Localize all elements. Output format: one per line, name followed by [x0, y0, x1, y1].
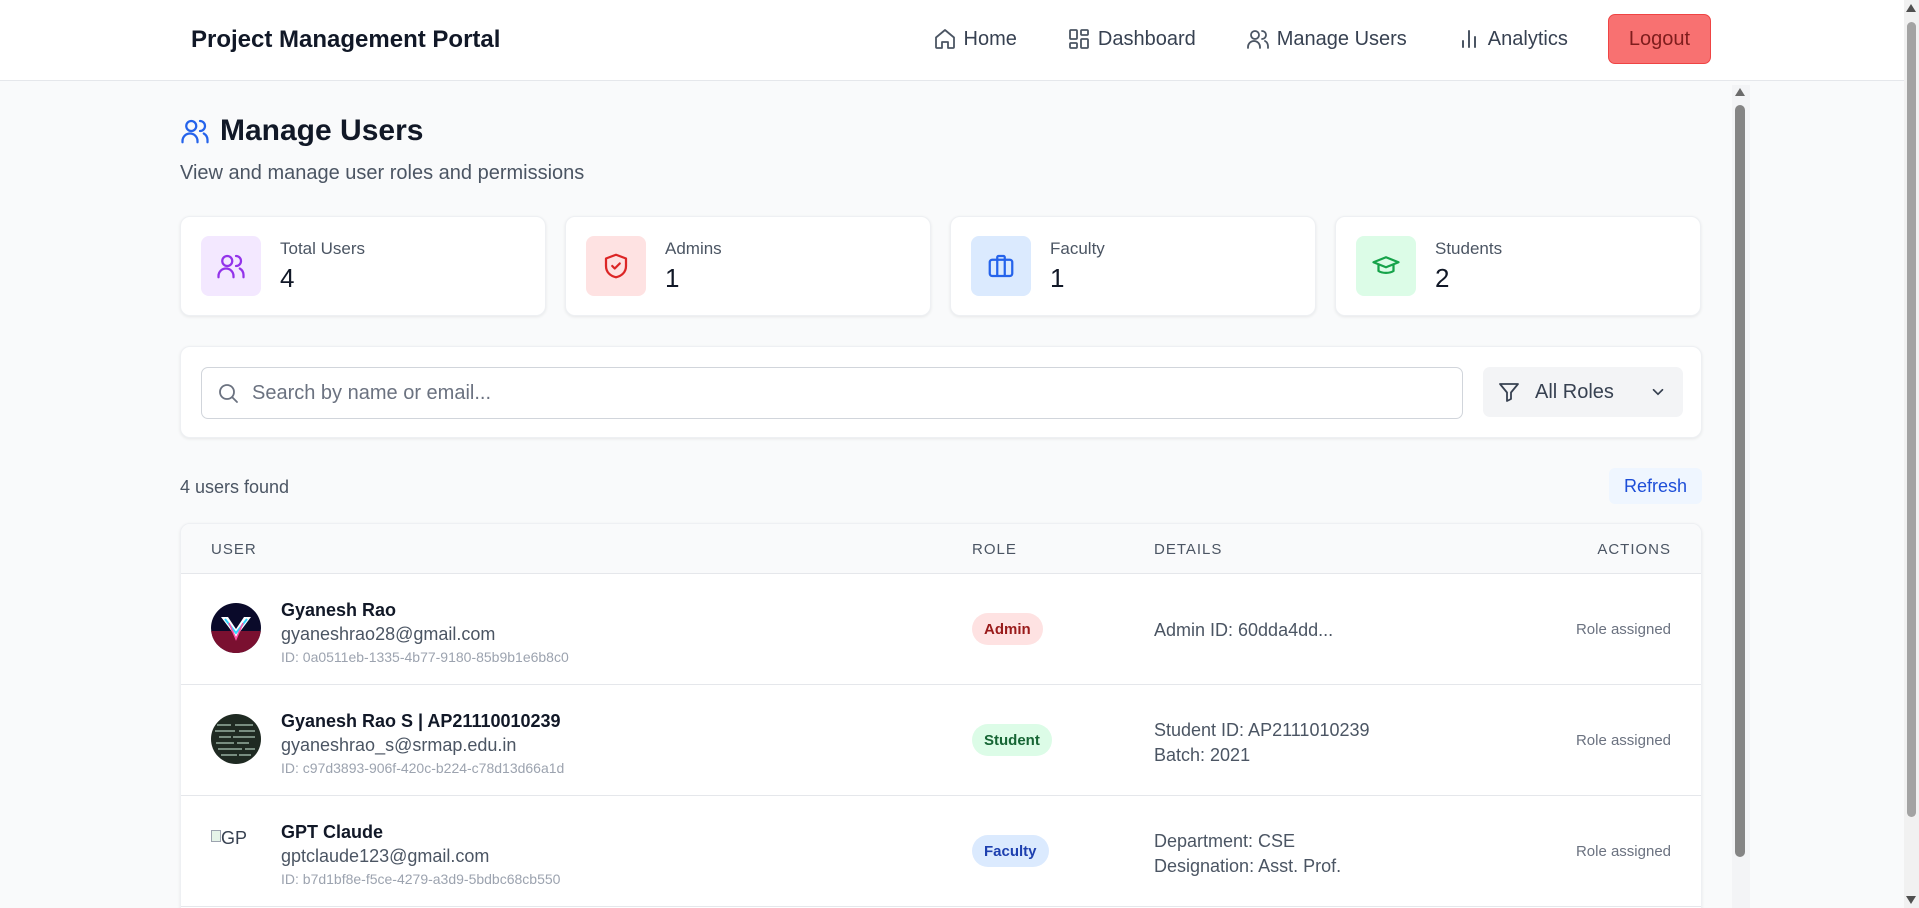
- page-title-text: Manage Users: [220, 114, 424, 147]
- page-header: Manage Users View and manage user roles …: [180, 114, 584, 185]
- user-details-line2: Designation: Asst. Prof.: [1154, 856, 1342, 876]
- action-status: Role assigned: [1575, 843, 1671, 860]
- user-email: gyaneshrao_s@srmap.edu.in: [281, 735, 517, 755]
- avatar: [211, 603, 261, 653]
- stat-icon-box: [586, 236, 646, 296]
- search-panel: All Roles: [180, 346, 1702, 438]
- user-id: ID: 0a0511eb-1335-4b77-9180-85b9b1e6b8c0: [281, 649, 569, 665]
- nav-dashboard-label: Dashboard: [1097, 27, 1196, 50]
- role-filter-select[interactable]: All Roles: [1483, 367, 1683, 417]
- avatar: [211, 714, 261, 764]
- users-count: 4 users found: [180, 477, 290, 497]
- user-details: Admin ID: 60dda4dd...: [1154, 620, 1334, 640]
- bar-chart-icon: [1461, 30, 1476, 48]
- column-header-actions: ACTIONS: [1597, 541, 1671, 558]
- stat-value: 1: [1050, 262, 1065, 293]
- nav-manage-users[interactable]: Manage Users: [1246, 14, 1407, 64]
- user-email: gptclaude123@gmail.com: [281, 846, 490, 866]
- logout-button[interactable]: Logout: [1607, 14, 1711, 64]
- stat-card-faculty: Faculty 1: [950, 216, 1316, 316]
- table-row: GP GPT Claude gptclaude123@gmail.com ID:…: [181, 796, 1701, 907]
- nav-manage-users-label: Manage Users: [1276, 27, 1407, 50]
- users-icon: [217, 254, 245, 279]
- table-row: Gyanesh Rao gyaneshrao28@gmail.com ID: 0…: [181, 574, 1701, 685]
- role-badge-faculty: Faculty: [972, 835, 1049, 867]
- role-filter-value: All Roles: [1535, 380, 1614, 403]
- users-table: USER ROLE DETAILS ACTIONS Gyanesh Rao gy…: [180, 523, 1702, 908]
- column-header-user: USER: [211, 541, 257, 558]
- dashboard-icon: [1068, 29, 1089, 49]
- stat-icon-box: [971, 236, 1031, 296]
- search-input[interactable]: [252, 381, 1432, 405]
- users-icon: [1246, 30, 1269, 49]
- column-header-role: ROLE: [972, 541, 1017, 558]
- role-badge-student: Student: [972, 724, 1052, 756]
- nav-dashboard[interactable]: Dashboard: [1067, 14, 1196, 64]
- stat-label: Total Users: [280, 238, 366, 258]
- brand-title: Project Management Portal: [191, 26, 501, 53]
- table-header: USER ROLE DETAILS ACTIONS: [181, 524, 1701, 574]
- stats-row: Total Users 4 Admins 1 Faculty 1 Student…: [180, 216, 1701, 316]
- page-title: Manage Users: [180, 114, 584, 148]
- top-navbar: Project Management Portal Home Dashboard…: [0, 0, 1904, 81]
- broken-image-icon: [211, 830, 221, 842]
- window-scrollbar[interactable]: [1904, 0, 1919, 908]
- scrollbar-thumb[interactable]: [1907, 22, 1916, 817]
- user-name: Gyanesh Rao: [281, 600, 397, 620]
- nav-home[interactable]: Home: [933, 14, 1017, 64]
- users-icon: [181, 119, 209, 144]
- broken-avatar-image: GP: [211, 828, 261, 858]
- scroll-up-arrow[interactable]: [1906, 4, 1916, 12]
- search-box[interactable]: [201, 367, 1463, 419]
- briefcase-icon: [988, 254, 1014, 278]
- stat-label: Admins: [665, 238, 722, 258]
- graduation-cap-icon: [1372, 256, 1400, 274]
- results-bar: 4 users found Refresh: [180, 468, 1702, 504]
- content-scroll-up-arrow[interactable]: [1735, 88, 1745, 96]
- home-icon: [934, 29, 955, 49]
- page-subtitle: View and manage user roles and permissio…: [180, 162, 585, 184]
- stat-card-students: Students 2: [1335, 216, 1701, 316]
- user-details-line1: Student ID: AP2111010239: [1154, 720, 1370, 740]
- column-header-details: DETAILS: [1154, 541, 1223, 558]
- action-status: Role assigned: [1575, 621, 1671, 638]
- content-scrollbar-thumb[interactable]: [1735, 105, 1745, 857]
- stat-icon-box: [201, 236, 261, 296]
- search-icon: [219, 384, 238, 403]
- scroll-down-arrow[interactable]: [1906, 896, 1916, 904]
- refresh-button[interactable]: Refresh: [1608, 468, 1702, 504]
- content-scrollbar[interactable]: [1732, 85, 1750, 908]
- action-status: Role assigned: [1575, 732, 1671, 749]
- stat-label: Faculty: [1050, 238, 1105, 258]
- stat-card-total-users: Total Users 4: [180, 216, 546, 316]
- user-name: GPT Claude: [281, 822, 384, 842]
- nav-analytics[interactable]: Analytics: [1457, 14, 1568, 64]
- stat-value: 1: [665, 262, 680, 293]
- avatar-alt-text: GP: [221, 828, 248, 848]
- nav-analytics-label: Analytics: [1487, 27, 1568, 50]
- filter-icon: [1499, 383, 1519, 402]
- stat-card-admins: Admins 1: [565, 216, 931, 316]
- stat-label: Students: [1435, 238, 1503, 258]
- shield-icon: [604, 253, 628, 279]
- stat-icon-box: [1356, 236, 1416, 296]
- nav-home-label: Home: [963, 27, 1017, 50]
- user-id: ID: c97d3893-906f-420c-b224-c78d13d66a1d: [281, 760, 565, 776]
- role-badge-admin: Admin: [972, 613, 1043, 645]
- user-details-line2: Batch: 2021: [1154, 745, 1251, 765]
- user-details-line1: Department: CSE: [1154, 831, 1296, 851]
- stat-value: 2: [1435, 262, 1450, 293]
- chevron-down-icon: [1652, 388, 1664, 396]
- table-row: Gyanesh Rao S | AP21110010239 gyaneshrao…: [181, 685, 1701, 796]
- stat-value: 4: [280, 262, 295, 293]
- nav-links: Home Dashboard Manage Users Analytics Lo…: [883, 14, 1711, 64]
- user-name: Gyanesh Rao S | AP21110010239: [281, 711, 561, 731]
- user-email: gyaneshrao28@gmail.com: [281, 624, 496, 644]
- user-id: ID: b7d1bf8e-f5ce-4279-a3d9-5bdbc68cb550: [281, 871, 561, 887]
